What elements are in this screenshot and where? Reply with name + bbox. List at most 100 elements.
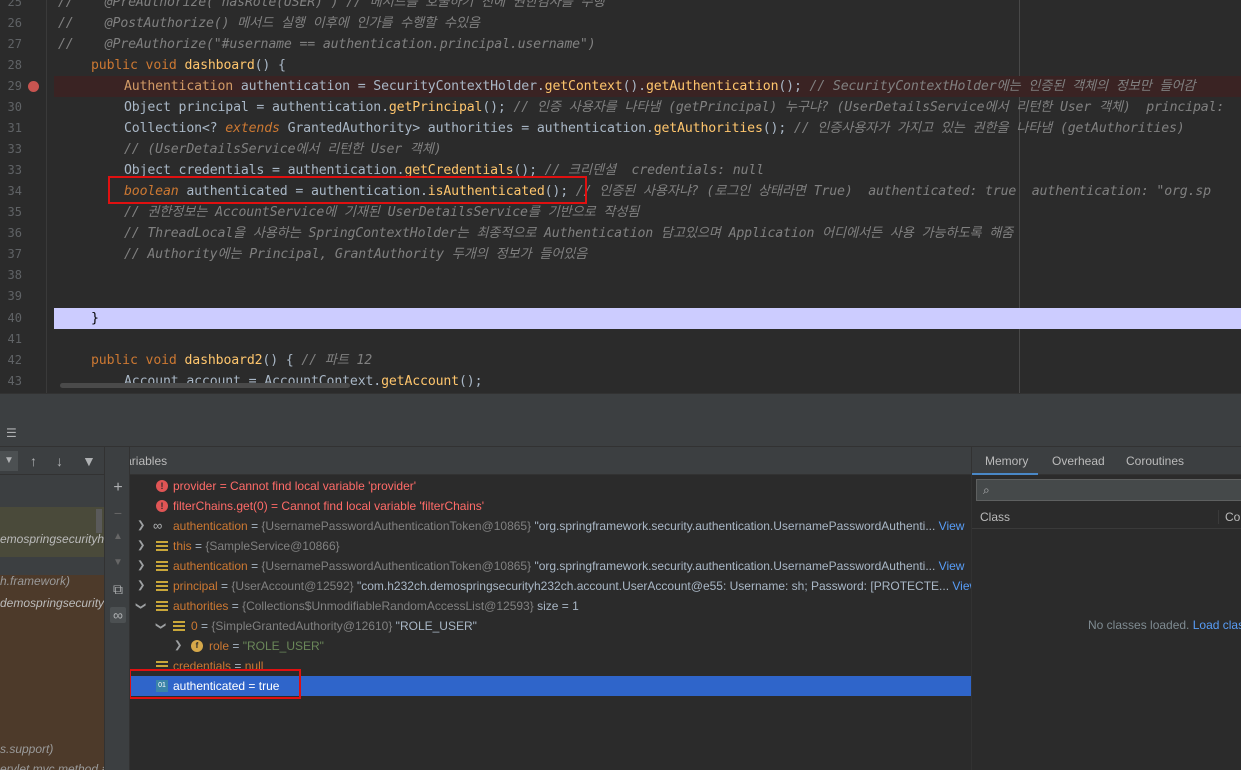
code-text: authentication = — [233, 79, 374, 94]
expand-icon[interactable]: ❯ — [137, 516, 145, 536]
frames-panel[interactable]: ▼ ↑ ↓ ▼ emospringsecurityh232 h.framewor… — [0, 447, 104, 770]
collapse-icon[interactable]: ❯ — [130, 602, 150, 610]
memory-panel[interactable]: Memory Overhead Coroutines ⌕ Class Co No… — [971, 447, 1241, 770]
code-line[interactable]: Authentication authentication = Security… — [124, 76, 1196, 97]
variable-row[interactable]: ❯ principal = {UserAccount@12592} "com.h… — [130, 576, 971, 596]
method-call: getAccount — [381, 374, 459, 389]
code-comment: // 인증사용자가 가지고 있는 권한을 나타냄 (getAuthorities… — [786, 121, 1185, 136]
variable-row[interactable]: ❯ authorities = {Collections$Unmodifiabl… — [130, 596, 971, 616]
remove-watch-icon[interactable]: − — [110, 505, 126, 521]
horizontal-scrollbar[interactable] — [60, 383, 350, 388]
frame-item[interactable]: demospringsecurityh2 — [0, 593, 104, 613]
column-count[interactable]: Co — [1218, 510, 1240, 524]
collapse-icon[interactable]: ❯ — [150, 622, 170, 630]
code-text: (); — [762, 121, 787, 136]
code-line[interactable]: // @PreAuthorize("hasRole(USER)") // 메서드… — [58, 0, 605, 13]
variable-row[interactable]: ! filterChains.get(0) = Cannot find loca… — [130, 496, 971, 516]
code-comment: // Authority에는 Principal, GrantAuthority… — [124, 247, 588, 262]
search-icon: ⌕ — [983, 483, 990, 497]
code-text: (); — [482, 100, 506, 115]
code-line[interactable]: // (UserDetailsService에서 리턴한 User 객체) — [124, 139, 442, 160]
column-class[interactable]: Class — [980, 510, 1010, 524]
variable-row[interactable]: ❯ 0 = {SimpleGrantedAuthority@12610} "RO… — [130, 616, 971, 636]
view-link[interactable]: View — [935, 519, 965, 533]
code-text: principal = authentication. — [170, 100, 389, 115]
highlight-box — [108, 176, 587, 204]
line-number: 39 — [7, 289, 22, 303]
variable-name: authentication — [173, 519, 248, 533]
layout-settings-icon[interactable]: ☰ — [6, 426, 17, 440]
memory-search-input[interactable]: ⌕ — [976, 479, 1241, 501]
variable-row[interactable]: ❯ this = {SampleService@10866} — [130, 536, 971, 556]
expand-icon[interactable]: ❯ — [137, 536, 145, 556]
tab-coroutines[interactable]: Coroutines — [1126, 454, 1184, 468]
active-tab-indicator — [972, 473, 1038, 475]
variable-row[interactable]: ! provider = Cannot find local variable … — [130, 476, 971, 496]
code-line[interactable]: Collection<? extends GrantedAuthority> a… — [124, 118, 1185, 139]
code-comment: // ThreadLocal을 사용하는 SpringContextHolder… — [124, 226, 1014, 241]
add-watch-icon[interactable]: + — [110, 479, 126, 497]
field-icon — [156, 600, 168, 612]
variable-type: {Collections$UnmodifiableRandomAccessLis… — [242, 599, 534, 613]
variable-name: 0 — [191, 619, 198, 633]
code-line[interactable]: public void dashboard() { — [91, 55, 286, 76]
method-name: dashboard2 — [184, 353, 263, 368]
keyword: public — [91, 353, 138, 368]
code-editor[interactable]: 25 26 27 28 29 30 31 33 33 34 35 36 37 3… — [0, 0, 1241, 393]
show-watches-icon[interactable]: ∞ — [110, 607, 126, 623]
move-down-icon[interactable]: ▼ — [110, 557, 126, 568]
load-classes-link[interactable]: Load clas — [1193, 618, 1241, 632]
frame-item[interactable]: s.support) — [0, 739, 53, 759]
code-line[interactable]: // Authority에는 Principal, GrantAuthority… — [124, 244, 587, 265]
frame-item[interactable]: emospringsecurityh232 — [0, 529, 104, 549]
expand-icon[interactable]: ❯ — [137, 576, 145, 596]
breakpoint-icon[interactable] — [28, 81, 39, 92]
code-text: () { — [254, 58, 286, 73]
empty-state: No classes loaded. Load clas — [1088, 618, 1241, 632]
tab-memory[interactable]: Memory — [985, 454, 1028, 468]
arrow-up-icon[interactable]: ↑ — [30, 453, 37, 469]
variable-name: authorities — [173, 599, 229, 613]
variable-type: {SampleService@10866} — [205, 539, 340, 553]
frame-item[interactable]: ervlet.mvc.method.a — [0, 759, 104, 770]
thread-dropdown-icon[interactable]: ▼ — [0, 451, 18, 471]
code-comment: // @PostAuthorize() 메서드 실행 이후에 인가를 수행할 수… — [58, 16, 480, 31]
frame-item[interactable]: h.framework) — [0, 571, 70, 591]
code-comment: // 인증된 사용자냐? (로그인 상태라면 True) authenticat… — [568, 184, 1211, 199]
variable-row[interactable]: ❯ authentication = {UsernamePasswordAuth… — [130, 556, 971, 576]
variables-panel[interactable]: Variables ! provider = Cannot find local… — [130, 447, 971, 770]
line-number: 35 — [7, 205, 22, 219]
method-call: getAuthentication — [645, 79, 779, 94]
variable-row[interactable]: ❯ ∞ authentication = {UsernamePasswordAu… — [130, 516, 971, 536]
arrow-down-icon[interactable]: ↓ — [56, 453, 63, 469]
expand-icon[interactable]: ❯ — [174, 636, 182, 656]
variables-title: Variables — [130, 454, 168, 468]
tool-window-bar — [0, 393, 1241, 420]
code-line[interactable]: // @PostAuthorize() 메서드 실행 이후에 인가를 수행할 수… — [58, 13, 480, 34]
code-line[interactable]: } — [91, 308, 99, 329]
equals-sign: = — [216, 479, 231, 493]
code-line[interactable]: // ThreadLocal을 사용하는 SpringContextHolder… — [124, 223, 1013, 244]
equals-sign: = — [197, 619, 212, 633]
method-name: dashboard — [184, 58, 255, 73]
filter-icon[interactable]: ▼ — [82, 453, 96, 469]
code-line[interactable]: public void dashboard2() { // 파트 12 — [91, 350, 372, 371]
code-text: (). — [622, 79, 647, 94]
type-name: Authentication — [124, 79, 234, 94]
tab-overhead[interactable]: Overhead — [1052, 454, 1105, 468]
code-comment: // @PreAuthorize("#username == authentic… — [58, 37, 596, 52]
code-line[interactable]: // 권한정보는 AccountService에 기재된 UserDetails… — [124, 202, 639, 223]
final-field-icon: f — [191, 640, 203, 652]
variable-row[interactable]: ❯ f role = "ROLE_USER" — [130, 636, 971, 656]
code-comment: // SecurityContextHolder에는 인증된 객체의 정보만 들… — [801, 79, 1196, 94]
expand-icon[interactable]: ❯ — [137, 556, 145, 576]
keyword: public — [91, 58, 138, 73]
view-link[interactable]: View — [949, 579, 971, 593]
code-line[interactable]: Object principal = authentication.getPri… — [124, 97, 1224, 118]
view-link[interactable]: View — [935, 559, 965, 573]
empty-text: No classes loaded. — [1088, 618, 1193, 632]
copy-icon[interactable]: ⧉ — [110, 581, 126, 598]
move-up-icon[interactable]: ▲ — [110, 531, 126, 542]
code-line[interactable]: Account account = AccountContext.getAcco… — [124, 371, 483, 392]
code-line[interactable]: // @PreAuthorize("#username == authentic… — [58, 34, 596, 55]
